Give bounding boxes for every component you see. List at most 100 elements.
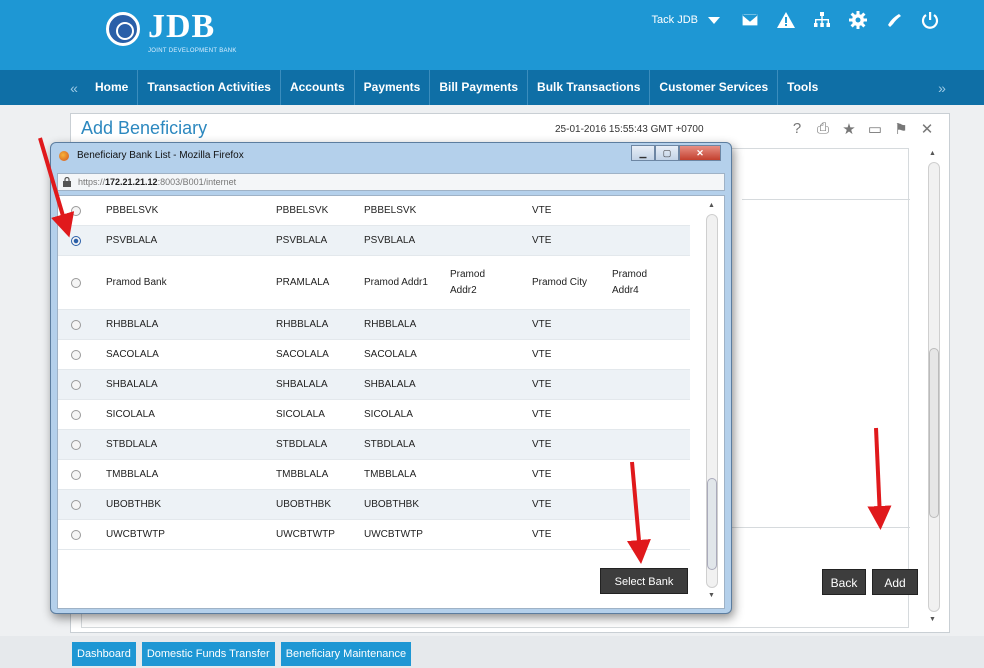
scroll-up-icon[interactable]: ▲ xyxy=(929,150,936,157)
phone-icon[interactable] xyxy=(884,10,904,30)
address1-cell: STBDLALA xyxy=(364,439,416,450)
nav-scroll-right-button[interactable]: » xyxy=(930,80,954,96)
mail-icon[interactable] xyxy=(740,10,760,30)
bank-radio-button[interactable] xyxy=(71,350,81,360)
logo-emblem-icon xyxy=(106,12,140,46)
table-row[interactable]: SACOLALA SACOLALA SACOLALA VTE xyxy=(58,340,690,370)
address1-cell: SHBALALA xyxy=(364,379,416,390)
bank-code-cell: TMBBLALA xyxy=(276,469,329,480)
bank-code-cell: UWCBTWTP xyxy=(276,529,335,540)
address1-cell: SACOLALA xyxy=(364,349,417,360)
url-host: 172.21.21.12 xyxy=(105,177,158,187)
panel-scrollbar[interactable]: ▲ ▼ xyxy=(923,148,945,626)
scrollbar-thumb[interactable] xyxy=(707,478,717,570)
star-icon[interactable]: ★ xyxy=(841,120,857,138)
table-row[interactable]: Pramod Bank PRAMLALA Pramod Addr1 Pramod Ad… xyxy=(58,256,690,310)
address2-cell: Pramod Addr2 xyxy=(450,269,486,296)
popup-titlebar[interactable]: Beneficiary Bank List - Mozilla Firefox … xyxy=(51,143,731,169)
bank-radio-button[interactable] xyxy=(71,530,81,540)
bank-radio-button[interactable] xyxy=(71,500,81,510)
bank-radio-button[interactable] xyxy=(71,278,81,288)
nav-item-payments[interactable]: Payments xyxy=(355,70,431,105)
scroll-down-icon[interactable]: ▼ xyxy=(708,592,715,599)
alert-icon[interactable] xyxy=(776,10,796,30)
bank-code-cell: STBDLALA xyxy=(276,439,328,450)
bank-radio-button[interactable] xyxy=(71,470,81,480)
bank-radio-button[interactable] xyxy=(71,206,81,216)
user-name[interactable]: Tack JDB xyxy=(652,14,698,26)
table-row[interactable]: TMBBLALA TMBBLALA TMBBLALA VTE xyxy=(58,460,690,490)
select-bank-button[interactable]: Select Bank xyxy=(600,568,688,594)
org-chart-icon[interactable] xyxy=(812,10,832,30)
bank-name-cell: TMBBLALA xyxy=(106,469,159,480)
main-nav: « Home Transaction Activities Accounts P… xyxy=(0,70,984,105)
table-row[interactable]: RHBBLALA RHBBLALA RHBBLALA VTE xyxy=(58,310,690,340)
panel-toolbar: ? ⎙ ★ ▭ ⚑ ✕ xyxy=(789,120,935,138)
minimize-icon[interactable]: ▭ xyxy=(867,120,883,138)
flag-icon[interactable]: ⚑ xyxy=(893,120,909,138)
table-row[interactable]: UWCBTWTP UWCBTWTP UWCBTWTP VTE xyxy=(58,520,690,550)
nav-scroll-left-button[interactable]: « xyxy=(62,80,86,96)
tab-beneficiary-maintenance[interactable]: Beneficiary Maintenance xyxy=(280,642,412,666)
back-button[interactable]: Back xyxy=(822,569,866,595)
top-header: JDB JOINT DEVELOPMENT BANK Tack JDB xyxy=(0,0,984,70)
chevron-down-icon[interactable] xyxy=(704,10,724,30)
table-row[interactable]: PBBELSVK PBBELSVK PBBELSVK VTE xyxy=(58,196,690,226)
bank-list-scrollbar[interactable]: ▲ ▼ xyxy=(704,200,720,602)
table-row[interactable]: STBDLALA STBDLALA STBDLALA VTE xyxy=(58,430,690,460)
bank-name-cell: RHBBLALA xyxy=(106,319,159,330)
bank-radio-button[interactable] xyxy=(71,380,81,390)
window-maximize-button[interactable]: ▢ xyxy=(655,145,679,161)
window-minimize-button[interactable]: ▁ xyxy=(631,145,655,161)
bank-code-cell: SHBALALA xyxy=(276,379,328,390)
nav-item-customer-services[interactable]: Customer Services xyxy=(650,70,779,105)
bank-radio-button[interactable] xyxy=(71,440,81,450)
nav-item-transaction-activities[interactable]: Transaction Activities xyxy=(138,70,281,105)
city-cell: VTE xyxy=(532,379,552,390)
scrollbar-thumb[interactable] xyxy=(929,348,939,518)
print-icon[interactable]: ⎙ xyxy=(815,120,831,138)
bank-radio-button[interactable] xyxy=(71,236,81,246)
tab-domestic-funds-transfer[interactable]: Domestic Funds Transfer xyxy=(141,642,275,666)
bank-name-cell: PSVBLALA xyxy=(106,235,158,246)
url-bar[interactable]: https://172.21.21.12:8003/B001/internet xyxy=(57,173,725,191)
bank-list-content: PBBELSVK PBBELSVK PBBELSVK VTE PSVBLALA PSVBL… xyxy=(57,195,725,609)
address1-cell: Pramod Addr1 xyxy=(364,277,428,288)
url-path: :8003/B001/internet xyxy=(157,177,237,187)
power-icon[interactable] xyxy=(920,10,940,30)
window-close-button[interactable]: ✕ xyxy=(679,145,721,161)
bank-code-cell: RHBBLALA xyxy=(276,319,329,330)
address1-cell: PBBELSVK xyxy=(364,205,417,216)
page-title: Add Beneficiary xyxy=(81,118,208,138)
scroll-up-icon[interactable]: ▲ xyxy=(708,202,715,209)
nav-item-bill-payments[interactable]: Bill Payments xyxy=(430,70,529,105)
bank-name-cell: UWCBTWTP xyxy=(106,529,165,540)
city-cell: VTE xyxy=(532,499,552,510)
table-row[interactable]: PSVBLALA PSVBLALA PSVBLALA VTE xyxy=(58,226,690,256)
close-icon[interactable]: ✕ xyxy=(919,120,935,138)
session-datetime: 25-01-2016 15:55:43 GMT +0700 xyxy=(555,124,704,135)
table-row[interactable]: UBOBTHBK UBOBTHBK UBOBTHBK VTE xyxy=(58,490,690,520)
add-button[interactable]: Add xyxy=(872,569,918,595)
help-icon[interactable]: ? xyxy=(789,120,805,138)
table-row[interactable]: SICOLALA SICOLALA SICOLALA VTE xyxy=(58,400,690,430)
address1-cell: UWCBTWTP xyxy=(364,529,423,540)
bank-name-cell: SICOLALA xyxy=(106,409,155,420)
tab-dashboard[interactable]: Dashboard xyxy=(72,642,136,666)
bank-code-cell: PSVBLALA xyxy=(276,235,328,246)
scroll-down-icon[interactable]: ▼ xyxy=(929,616,936,623)
bank-radio-button[interactable] xyxy=(71,410,81,420)
nav-item-home[interactable]: Home xyxy=(86,70,139,105)
city-cell: VTE xyxy=(532,529,552,540)
table-row[interactable]: SHBALALA SHBALALA SHBALALA VTE xyxy=(58,370,690,400)
address1-cell: TMBBLALA xyxy=(364,469,417,480)
bank-logo[interactable]: JDB JOINT DEVELOPMENT BANK xyxy=(106,8,237,62)
bottom-taskbar: Dashboard Domestic Funds Transfer Benefi… xyxy=(0,636,984,668)
nav-item-tools[interactable]: Tools xyxy=(778,70,827,105)
nav-item-bulk-transactions[interactable]: Bulk Transactions xyxy=(528,70,651,105)
nav-item-accounts[interactable]: Accounts xyxy=(281,70,355,105)
address1-cell: UBOBTHBK xyxy=(364,499,420,510)
gear-icon[interactable] xyxy=(848,10,868,30)
lock-icon xyxy=(63,177,71,187)
bank-radio-button[interactable] xyxy=(71,320,81,330)
